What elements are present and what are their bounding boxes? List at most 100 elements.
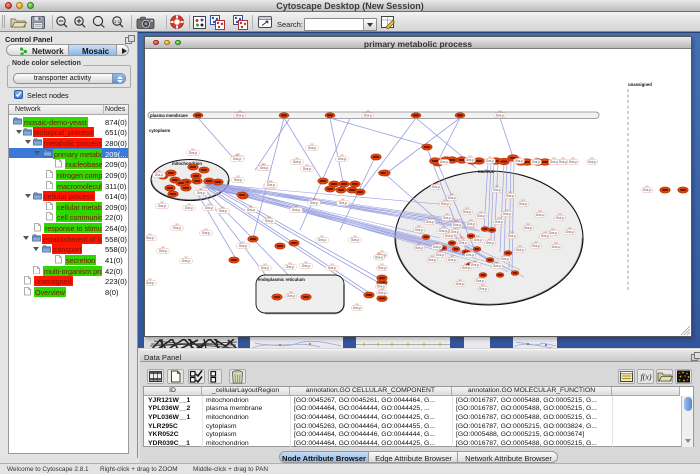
svg-text:Oxx-p: Oxx-p bbox=[536, 213, 545, 217]
svg-text:Oxx-p: Oxx-p bbox=[233, 157, 242, 161]
svg-text:nnn: nnn bbox=[468, 155, 473, 158]
svg-text:nnn: nnn bbox=[551, 228, 556, 231]
svg-text:Oxx-p: Oxx-p bbox=[532, 244, 541, 248]
svg-text:Oxx-p: Oxx-p bbox=[556, 216, 565, 220]
svg-text:Oxx-p: Oxx-p bbox=[486, 241, 495, 245]
svg-text:nnn: nnn bbox=[191, 148, 196, 151]
svg-text:Oxx-p: Oxx-p bbox=[308, 146, 317, 150]
svg-text:Oxx-p: Oxx-p bbox=[185, 206, 194, 210]
svg-text:nnn: nnn bbox=[518, 245, 523, 248]
svg-text:nnn: nnn bbox=[498, 110, 503, 113]
svg-text:Oxx-p: Oxx-p bbox=[541, 234, 550, 238]
svg-text:Oxx-p: Oxx-p bbox=[146, 236, 154, 240]
svg-text:nnn: nnn bbox=[571, 157, 576, 160]
svg-text:nnn: nnn bbox=[445, 213, 450, 216]
svg-text:Oxx-p: Oxx-p bbox=[234, 178, 243, 182]
svg-text:nnn: nnn bbox=[379, 281, 384, 284]
svg-text:nnn: nnn bbox=[442, 157, 447, 160]
svg-text:nnn: nnn bbox=[263, 263, 268, 266]
svg-text:nnn: nnn bbox=[236, 175, 241, 178]
svg-text:nnn: nnn bbox=[538, 210, 543, 213]
svg-text:nnn: nnn bbox=[241, 241, 246, 244]
svg-text:Oxx-p: Oxx-p bbox=[516, 248, 525, 252]
svg-text:nnn: nnn bbox=[434, 182, 439, 185]
svg-text:Oxx-p: Oxx-p bbox=[467, 222, 476, 226]
svg-text:nnn: nnn bbox=[510, 231, 515, 234]
svg-text:nnn: nnn bbox=[561, 157, 566, 160]
svg-text:Oxx-p: Oxx-p bbox=[474, 238, 483, 242]
svg-text:Oxx-p: Oxx-p bbox=[378, 291, 387, 295]
svg-text:nnn: nnn bbox=[249, 205, 254, 208]
svg-text:Oxx-p: Oxx-p bbox=[466, 158, 475, 162]
svg-text:nnn: nnn bbox=[289, 291, 294, 294]
svg-text:Oxx-p: Oxx-p bbox=[265, 219, 274, 223]
svg-text:Oxx-p: Oxx-p bbox=[236, 114, 245, 118]
svg-text:nnn: nnn bbox=[187, 203, 192, 206]
svg-text:Oxx-p: Oxx-p bbox=[559, 160, 568, 164]
svg-text:Oxx-p: Oxx-p bbox=[506, 194, 515, 198]
svg-text:Oxx-p: Oxx-p bbox=[448, 196, 457, 200]
svg-text:nnn: nnn bbox=[310, 143, 315, 146]
svg-text:nnn: nnn bbox=[469, 219, 474, 222]
svg-text:Oxx-p: Oxx-p bbox=[462, 266, 471, 270]
svg-text:nnn: nnn bbox=[465, 207, 470, 210]
svg-text:nnn: nnn bbox=[441, 226, 446, 229]
svg-text:nnn: nnn bbox=[366, 110, 371, 113]
svg-text:Oxx-p: Oxx-p bbox=[197, 191, 206, 195]
svg-text:nnn: nnn bbox=[175, 223, 180, 226]
svg-text:Oxx-p: Oxx-p bbox=[302, 264, 311, 268]
svg-text:nnn: nnn bbox=[508, 191, 513, 194]
svg-text:nnn: nnn bbox=[184, 256, 189, 259]
svg-text:Oxx-p: Oxx-p bbox=[496, 114, 505, 118]
svg-text:Oxx-p: Oxx-p bbox=[378, 266, 387, 270]
svg-text:Oxx-p: Oxx-p bbox=[219, 209, 228, 213]
svg-text:Oxx-p: Oxx-p bbox=[328, 266, 337, 270]
svg-text:nnn: nnn bbox=[305, 164, 310, 167]
svg-text:nnn: nnn bbox=[148, 233, 153, 236]
svg-text:nnn: nnn bbox=[481, 284, 486, 287]
svg-text:plasma membrane: plasma membrane bbox=[150, 113, 188, 118]
svg-text:nnn: nnn bbox=[380, 263, 385, 266]
svg-text:nnn: nnn bbox=[204, 228, 209, 231]
svg-text:nnn: nnn bbox=[458, 279, 463, 282]
svg-text:Oxx-p: Oxx-p bbox=[445, 234, 454, 238]
svg-text:Oxx-p: Oxx-p bbox=[524, 226, 533, 230]
svg-text:nnn: nnn bbox=[304, 261, 309, 264]
svg-text:nnn: nnn bbox=[450, 193, 455, 196]
svg-text:Oxx-p: Oxx-p bbox=[476, 279, 485, 283]
svg-text:Oxx-p: Oxx-p bbox=[303, 167, 312, 171]
svg-text:Oxx-p: Oxx-p bbox=[415, 228, 424, 232]
svg-text:Oxx-p: Oxx-p bbox=[432, 185, 441, 189]
svg-text:nnn: nnn bbox=[488, 156, 493, 159]
svg-text:Oxx-p: Oxx-p bbox=[477, 214, 486, 218]
svg-text:Oxx-p: Oxx-p bbox=[202, 231, 211, 235]
svg-text:nnn: nnn bbox=[534, 241, 539, 244]
svg-text:nnn: nnn bbox=[438, 250, 443, 253]
svg-text:Oxx-p: Oxx-p bbox=[643, 188, 652, 192]
svg-text:nnn: nnn bbox=[478, 276, 483, 279]
svg-text:nnn: nnn bbox=[430, 255, 435, 258]
svg-text:Oxx-p: Oxx-p bbox=[159, 249, 168, 253]
svg-text:nnn: nnn bbox=[294, 205, 299, 208]
svg-text:Oxx-p: Oxx-p bbox=[364, 114, 373, 118]
svg-text:1:1: 1:1 bbox=[114, 19, 121, 24]
svg-text:mitochondrion: mitochondrion bbox=[172, 161, 202, 166]
svg-text:Oxx-p: Oxx-p bbox=[260, 166, 269, 170]
svg-text:nnn: nnn bbox=[558, 213, 563, 216]
svg-text:nnn: nnn bbox=[479, 211, 484, 214]
svg-text:Oxx-p: Oxx-p bbox=[479, 287, 488, 291]
svg-text:nnn: nnn bbox=[312, 198, 317, 201]
svg-text:nnn: nnn bbox=[295, 157, 300, 160]
svg-text:nnn: nnn bbox=[435, 242, 440, 245]
svg-text:Oxx-p: Oxx-p bbox=[375, 256, 384, 260]
svg-text:nnn: nnn bbox=[320, 235, 325, 238]
svg-text:Oxx-p: Oxx-p bbox=[471, 263, 480, 267]
svg-text:nnn: nnn bbox=[495, 185, 500, 188]
svg-text:nnn: nnn bbox=[568, 227, 573, 230]
svg-text:nnn: nnn bbox=[330, 263, 335, 266]
svg-text:nnn: nnn bbox=[340, 154, 345, 157]
svg-text:nnn: nnn bbox=[157, 170, 162, 173]
svg-text:Oxx-p: Oxx-p bbox=[501, 257, 510, 261]
svg-text:Oxx-p: Oxx-p bbox=[433, 245, 442, 249]
svg-text:endoplasmic reticulum: endoplasmic reticulum bbox=[258, 277, 305, 282]
